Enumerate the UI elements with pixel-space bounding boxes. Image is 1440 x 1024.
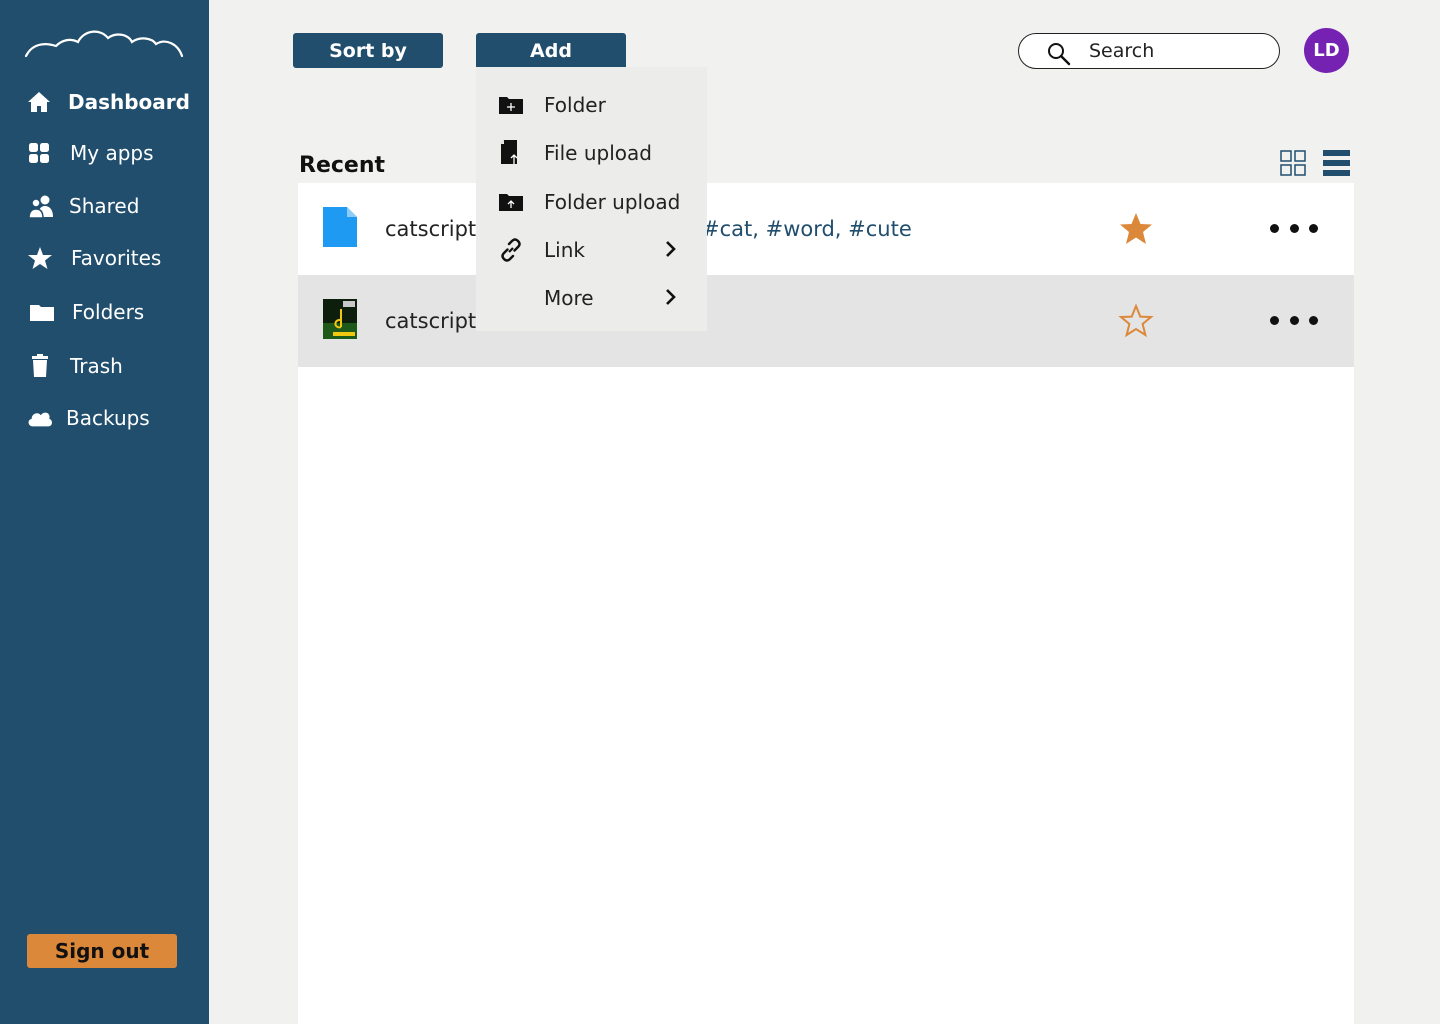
search-icon	[1048, 43, 1071, 66]
new-folder-icon	[498, 92, 524, 118]
chevron-right-icon	[666, 289, 676, 305]
apps-grid-icon	[26, 140, 52, 166]
avatar[interactable]: LD	[1304, 28, 1349, 73]
sidebar-item-trash[interactable]: Trash	[0, 346, 209, 386]
trash-icon	[27, 353, 53, 379]
sidebar-item-label: Backups	[66, 406, 150, 430]
add-button[interactable]: Add	[476, 33, 626, 68]
sign-out-button[interactable]: Sign out	[27, 934, 177, 968]
menu-item-label: Folder upload	[544, 190, 681, 214]
sidebar: Dashboard My apps Shared Favorites Folde…	[0, 0, 209, 1024]
sidebar-item-dashboard[interactable]: Dashboard	[0, 82, 209, 122]
cloud-logo-icon[interactable]	[24, 26, 184, 60]
dot	[1309, 315, 1318, 325]
menu-item-label: Link	[544, 238, 585, 262]
search-input[interactable]	[1089, 37, 1269, 65]
link-icon	[498, 237, 524, 263]
menu-item-folder-upload[interactable]: Folder upload	[476, 178, 707, 224]
menu-item-label: Folder	[544, 93, 606, 117]
chevron-right-icon	[666, 241, 676, 257]
dot	[1270, 223, 1279, 233]
sidebar-item-label: Shared	[69, 194, 140, 218]
sidebar-item-label: Dashboard	[68, 90, 190, 114]
sidebar-item-favorites[interactable]: Favorites	[0, 238, 209, 278]
dot	[1289, 315, 1299, 325]
search-box[interactable]	[1018, 33, 1280, 69]
file-upload-icon	[498, 140, 524, 166]
more-options-button[interactable]	[1270, 213, 1318, 243]
menu-item-label: File upload	[544, 141, 652, 165]
list-view-icon[interactable]	[1323, 150, 1350, 176]
sidebar-item-shared[interactable]: Shared	[0, 186, 209, 226]
sidebar-item-my-apps[interactable]: My apps	[0, 133, 209, 173]
more-options-button[interactable]	[1270, 305, 1318, 335]
file-row[interactable]: catscript.c #cat, #word, #cute	[298, 183, 1354, 275]
file-row[interactable]: catscript.doc	[298, 275, 1354, 367]
people-icon	[28, 193, 54, 219]
sidebar-item-label: Favorites	[71, 246, 162, 270]
sidebar-item-folders[interactable]: Folders	[0, 292, 209, 332]
sort-by-button[interactable]: Sort by	[293, 33, 443, 68]
file-tags: #cat, #word, #cute	[702, 217, 912, 241]
thumbnail-image	[323, 299, 357, 339]
file-list: catscript.c #cat, #word, #cute catscript…	[298, 183, 1354, 1024]
add-menu: Folder File upload Folder upload Link Mo…	[476, 67, 707, 331]
menu-item-file-upload[interactable]: File upload	[476, 129, 707, 175]
folder-icon	[29, 299, 55, 325]
menu-item-more[interactable]: More	[476, 274, 707, 320]
dot	[1270, 315, 1279, 325]
folder-upload-icon	[498, 189, 524, 215]
star-icon	[27, 245, 53, 271]
sidebar-item-backups[interactable]: Backups	[0, 398, 209, 438]
dot	[1309, 223, 1318, 233]
sidebar-item-label: Folders	[72, 300, 145, 324]
grid-view-icon[interactable]	[1280, 150, 1306, 176]
menu-item-label: More	[544, 286, 594, 310]
home-icon	[26, 89, 52, 115]
menu-item-link[interactable]: Link	[476, 226, 707, 272]
favorite-star-filled-icon[interactable]	[1118, 211, 1154, 247]
cloud-icon	[27, 405, 53, 431]
sidebar-item-label: My apps	[70, 141, 154, 165]
favorite-star-outline-icon[interactable]	[1118, 303, 1154, 339]
section-title: Recent	[299, 153, 386, 178]
dot	[1289, 223, 1299, 233]
document-icon	[323, 207, 357, 247]
menu-item-folder[interactable]: Folder	[476, 81, 707, 127]
sidebar-item-label: Trash	[70, 354, 123, 378]
